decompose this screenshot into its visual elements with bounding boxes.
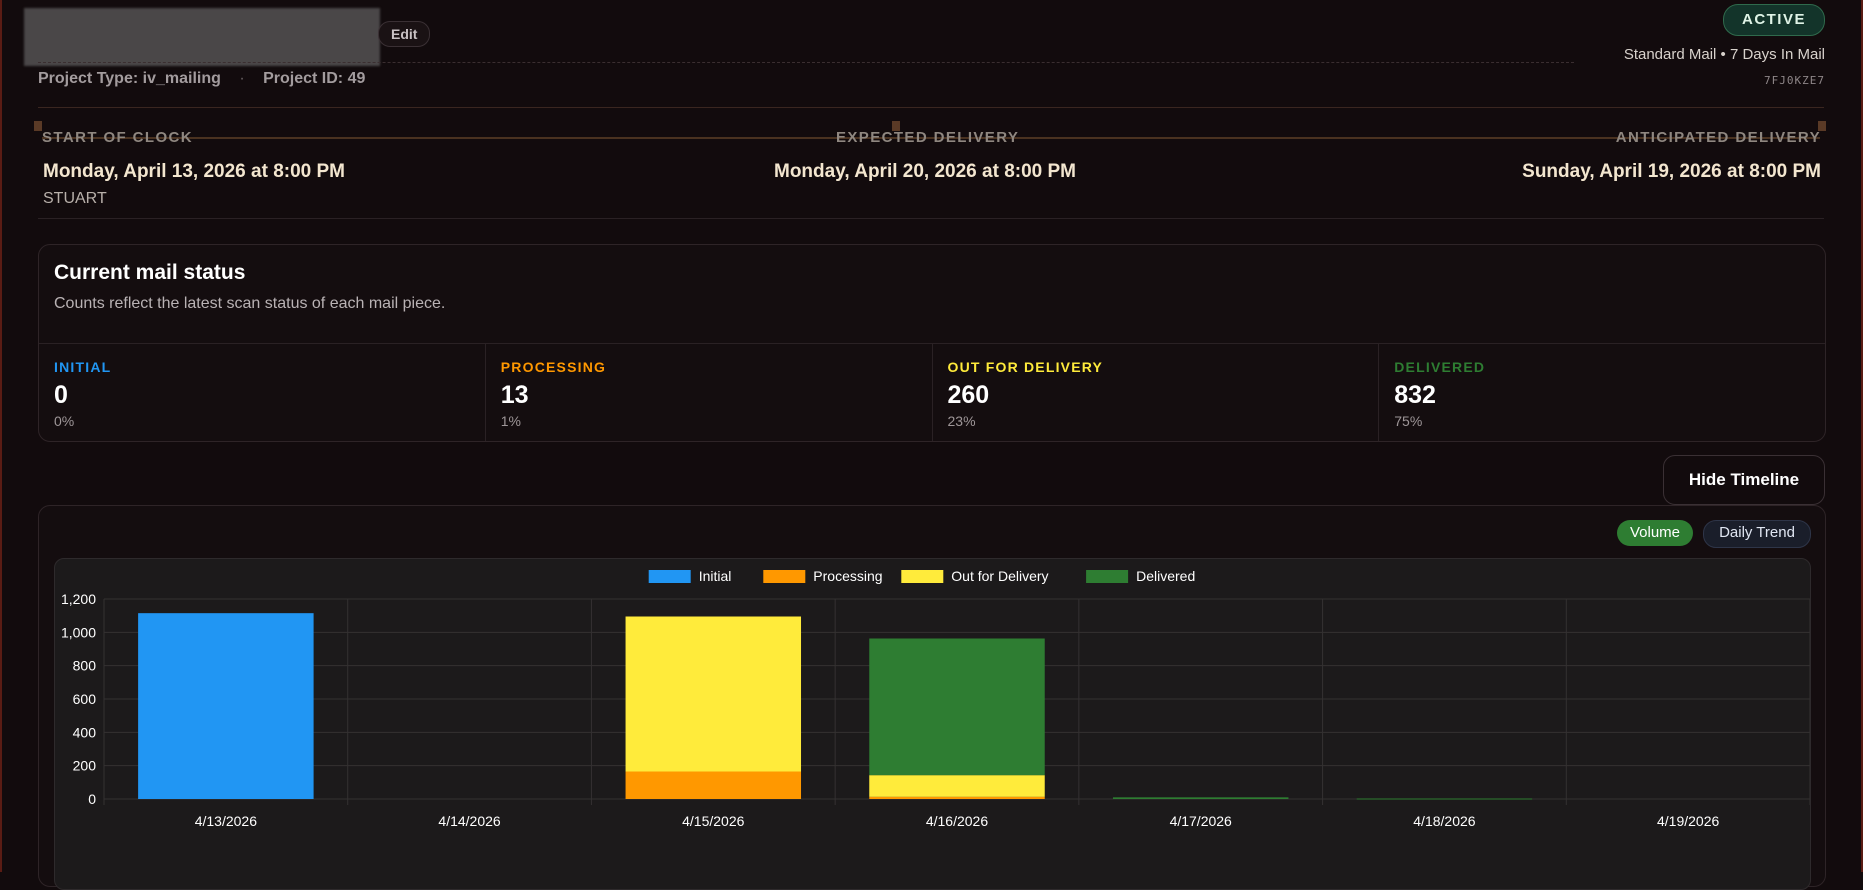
project-code: 7FJ0KZE7 [1764, 74, 1825, 87]
y-tick-label: 600 [73, 691, 97, 707]
legend-label: Processing [813, 568, 882, 584]
x-tick-label: 4/14/2026 [438, 813, 500, 829]
stat-percent: 1% [500, 413, 521, 429]
stat-value: 0 [54, 381, 68, 409]
bar-delivered [1356, 798, 1533, 800]
project-id-label: Project ID: [263, 70, 344, 87]
project-id-value: 49 [347, 70, 366, 87]
daily-trend-toggle-button[interactable]: Daily Trend [1703, 520, 1811, 548]
window-border-left [0, 0, 2, 872]
mail-type-text: Standard Mail • 7 Days In Mail [1623, 46, 1825, 63]
volume-toggle-button[interactable]: Volume [1617, 520, 1693, 546]
x-tick-label: 4/17/2026 [1170, 813, 1232, 829]
divider [38, 107, 1824, 108]
stat-label: PROCESSING [500, 359, 607, 375]
y-tick-label: 1,000 [61, 624, 96, 640]
y-tick-label: 800 [73, 658, 97, 674]
legend-swatch-out-for-delivery [901, 570, 944, 583]
mail-status-title: Current mail status [54, 261, 246, 284]
bar-delivered [869, 638, 1045, 776]
start-of-clock-date: Monday, April 13, 2026 at 8:00 PM [43, 161, 345, 182]
status-counts: INITIAL 0 0% PROCESSING 13 1% OUT FOR DE… [39, 343, 1825, 441]
bar-out-for-delivery [625, 616, 802, 772]
expected-delivery-label: EXPECTED DELIVERY [836, 129, 1020, 146]
legend-swatch-initial [648, 570, 691, 583]
legend-label: Out for Delivery [951, 568, 1048, 584]
stat-value: 260 [947, 381, 990, 409]
hide-timeline-button[interactable]: Hide Timeline [1663, 455, 1825, 505]
start-of-clock-label: START OF CLOCK [42, 129, 193, 146]
bar-initial [138, 613, 314, 799]
meta-separator: · [239, 70, 245, 87]
edit-button[interactable]: Edit [378, 21, 431, 47]
y-tick-label: 400 [73, 724, 97, 740]
page-container: Edit Project Type: iv_mailing · Project … [24, 0, 1826, 890]
stat-initial: INITIAL 0 0% [39, 344, 486, 441]
volume-chart: 0 200 400 600 800 1,000 1,200 4/13/2026 4/14/202… [61, 568, 1810, 829]
status-badge: ACTIVE [1723, 4, 1825, 36]
header-divider [38, 62, 1574, 63]
bar-processing [869, 796, 1045, 799]
legend-label: Initial [699, 568, 732, 584]
x-tick-label: 4/13/2026 [195, 813, 257, 829]
stat-label: OUT FOR DELIVERY [947, 359, 1104, 375]
x-tick-label: 4/18/2026 [1413, 813, 1475, 829]
x-tick-label: 4/19/2026 [1657, 813, 1719, 829]
stat-value: 832 [1394, 381, 1436, 409]
bar-delivered [1112, 797, 1289, 799]
stat-delivered: DELIVERED 832 75% [1379, 344, 1825, 441]
stat-out-for-delivery: OUT FOR DELIVERY 260 23% [933, 344, 1380, 441]
project-type-label: Project Type: [38, 70, 139, 87]
anticipated-delivery-date: Sunday, April 19, 2026 at 8:00 PM [1522, 161, 1821, 182]
project-type-value: iv_mailing [142, 70, 221, 87]
timeline-marker-start [34, 121, 42, 131]
timeline-chart-card: Volume Daily Trend 0 200 400 600 800 1,000 1,2… [38, 505, 1826, 890]
y-tick-label: 0 [88, 791, 96, 807]
stat-processing: PROCESSING 13 1% [486, 344, 933, 441]
y-tick-label: 200 [73, 758, 97, 774]
legend-label: Delivered [1136, 568, 1195, 584]
x-tick-label: 4/15/2026 [682, 813, 744, 829]
chart-container: 0 200 400 600 800 1,000 1,200 4/13/2026 4/14/202… [54, 558, 1811, 890]
anticipated-delivery-label: ANTICIPATED DELIVERY [1615, 129, 1821, 146]
bar-processing [625, 771, 802, 799]
mail-status-description: Counts reflect the latest scan status of… [54, 295, 446, 312]
stat-label: INITIAL [54, 359, 112, 375]
divider [38, 218, 1824, 219]
stat-percent: 0% [54, 413, 75, 429]
project-meta: Project Type: iv_mailing · Project ID: 4… [38, 70, 365, 88]
expected-delivery-date: Monday, April 20, 2026 at 8:00 PM [774, 161, 1076, 182]
mail-status-card: Current mail status Counts reflect the l… [38, 244, 1826, 442]
bar-out-for-delivery [869, 775, 1045, 797]
stat-value: 13 [500, 381, 529, 409]
x-tick-label: 4/16/2026 [926, 813, 988, 829]
legend-swatch-processing [763, 570, 806, 583]
stat-percent: 23% [947, 413, 976, 429]
stat-percent: 75% [1394, 413, 1423, 429]
legend-swatch-delivered [1086, 570, 1129, 583]
y-tick-label: 1,200 [61, 591, 96, 607]
start-location: STUART [43, 190, 107, 207]
project-name-redacted [24, 8, 380, 66]
stat-label: DELIVERED [1394, 359, 1486, 375]
